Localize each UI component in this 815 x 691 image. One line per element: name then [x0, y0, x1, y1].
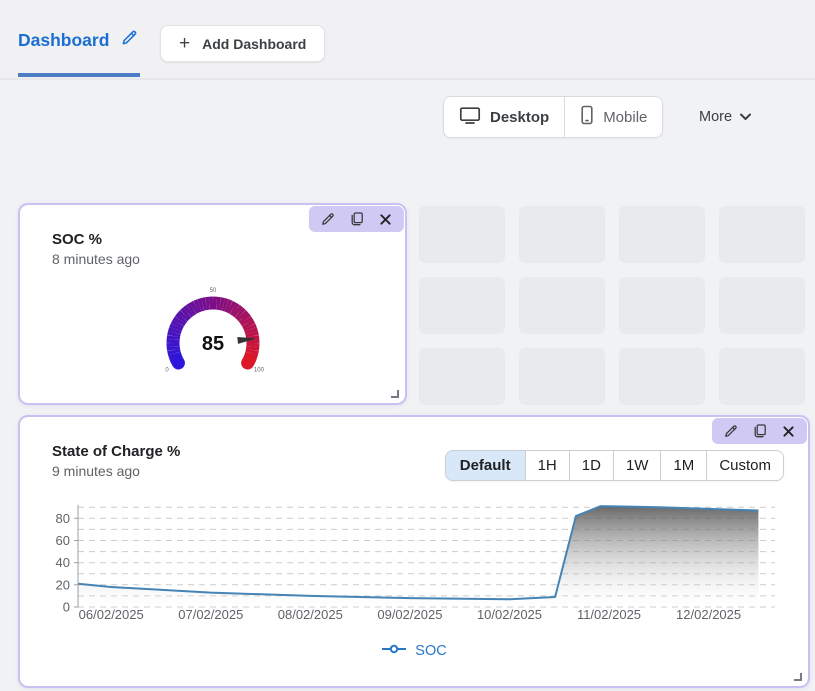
close-widget-icon[interactable] [781, 424, 796, 439]
chart-widget-title: State of Charge % [52, 443, 180, 460]
placeholder-tile [519, 348, 605, 405]
add-dashboard-label: Add Dashboard [202, 36, 306, 52]
device-view-toggle: Desktop Mobile [443, 96, 663, 138]
placeholder-tile [419, 206, 505, 263]
svg-text:20: 20 [56, 577, 70, 592]
chart-resize-handle[interactable] [794, 673, 802, 681]
tab-bar: Dashboard + Add Dashboard [0, 0, 815, 80]
svg-text:09/02/2025: 09/02/2025 [377, 607, 442, 622]
chart-widget-updated: 9 minutes ago [52, 463, 180, 479]
gauge-resize-handle[interactable] [391, 390, 399, 398]
soc-gauge-widget: SOC % 8 minutes ago 0 50 100 85 [18, 203, 407, 405]
add-dashboard-button[interactable]: + Add Dashboard [160, 25, 325, 62]
time-range-custom[interactable]: Custom [706, 451, 783, 480]
placeholder-tile [519, 206, 605, 263]
placeholder-grid [419, 206, 805, 405]
mobile-view-button[interactable]: Mobile [565, 97, 662, 137]
placeholder-tile [419, 277, 505, 334]
svg-text:60: 60 [56, 533, 70, 548]
svg-text:06/02/2025: 06/02/2025 [79, 607, 144, 622]
svg-text:100: 100 [253, 368, 264, 374]
legend-label: SOC [415, 643, 446, 659]
active-tab-underline [18, 73, 140, 77]
mobile-icon [580, 105, 594, 129]
chart-legend[interactable]: SOC [20, 643, 808, 659]
desktop-label: Desktop [490, 109, 549, 126]
state-of-charge-widget: State of Charge % 9 minutes ago Default1… [18, 415, 810, 688]
time-range-1h[interactable]: 1H [525, 451, 569, 480]
edit-widget-icon[interactable] [320, 211, 336, 227]
chart-widget-actions [712, 418, 807, 444]
more-label: More [699, 109, 732, 125]
svg-text:50: 50 [209, 288, 216, 294]
plus-icon: + [179, 34, 190, 53]
placeholder-tile [519, 277, 605, 334]
tab-dashboard[interactable]: Dashboard [18, 28, 139, 52]
legend-marker [381, 643, 407, 659]
soc-chart: 0 20 40 60 80 06/02/2025 07/02/2025 08/02/2025 0… [28, 497, 802, 632]
desktop-icon [459, 106, 481, 129]
svg-text:80: 80 [56, 511, 70, 526]
time-range-1m[interactable]: 1M [660, 451, 706, 480]
chevron-down-icon [740, 109, 751, 125]
edit-dashboard-icon[interactable] [120, 28, 139, 52]
soc-gauge: 0 50 100 85 [138, 271, 288, 386]
placeholder-tile [419, 348, 505, 405]
placeholder-tile [619, 348, 705, 405]
close-widget-icon[interactable] [378, 212, 393, 227]
svg-text:12/02/2025: 12/02/2025 [676, 607, 741, 622]
tab-dashboard-label: Dashboard [18, 30, 109, 51]
placeholder-tile [719, 348, 805, 405]
gauge-widget-updated: 8 minutes ago [52, 251, 140, 267]
svg-text:11/02/2025: 11/02/2025 [577, 607, 641, 622]
svg-text:85: 85 [201, 333, 223, 355]
svg-text:08/02/2025: 08/02/2025 [278, 607, 343, 622]
placeholder-tile [719, 277, 805, 334]
time-range-1d[interactable]: 1D [569, 451, 613, 480]
svg-text:0: 0 [165, 368, 169, 374]
mobile-label: Mobile [603, 109, 647, 126]
more-button[interactable]: More [699, 109, 751, 125]
svg-text:07/02/2025: 07/02/2025 [178, 607, 243, 622]
svg-text:10/02/2025: 10/02/2025 [477, 607, 542, 622]
gauge-widget-actions [309, 206, 404, 232]
copy-widget-icon[interactable] [349, 211, 365, 227]
time-range-group: Default1H1D1W1MCustom [445, 450, 784, 481]
copy-widget-icon[interactable] [752, 423, 768, 439]
svg-text:0: 0 [63, 600, 70, 615]
placeholder-tile [719, 206, 805, 263]
edit-widget-icon[interactable] [723, 423, 739, 439]
placeholder-tile [619, 277, 705, 334]
placeholder-tile [619, 206, 705, 263]
gauge-widget-title: SOC % [52, 231, 140, 248]
time-range-default[interactable]: Default [446, 451, 525, 480]
desktop-view-button[interactable]: Desktop [444, 97, 565, 137]
svg-text:40: 40 [56, 555, 70, 570]
time-range-1w[interactable]: 1W [613, 451, 661, 480]
